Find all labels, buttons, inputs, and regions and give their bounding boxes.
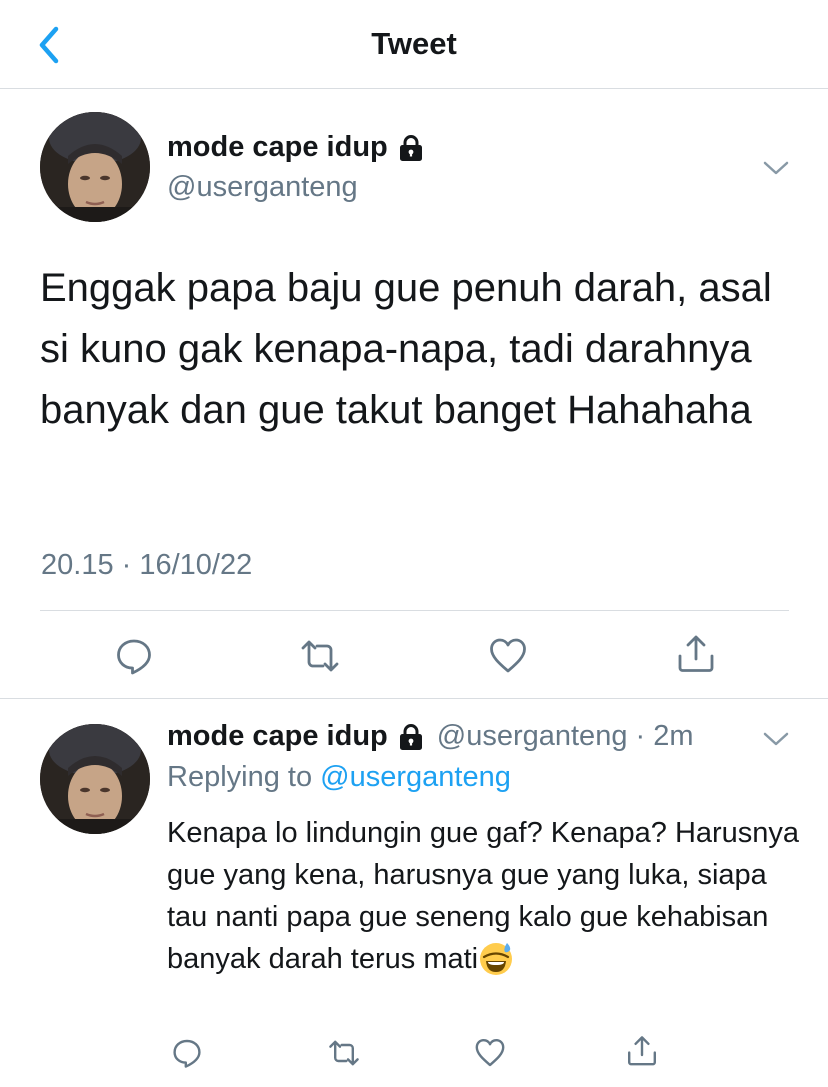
profile-photo	[40, 724, 150, 834]
reply-author[interactable]: mode cape idup @userganteng · 2m	[167, 720, 694, 753]
mention-link[interactable]: @userganteng	[320, 761, 511, 793]
lock-icon	[399, 134, 422, 161]
top-bar: Tweet	[0, 0, 828, 89]
like-icon	[475, 1039, 505, 1067]
reply-button[interactable]	[114, 636, 154, 676]
share-icon	[628, 1036, 656, 1066]
replying-prefix: Replying to	[167, 761, 321, 793]
display-name: mode cape idup	[167, 720, 388, 752]
retweet-button[interactable]	[300, 636, 340, 676]
like-button[interactable]	[474, 1037, 506, 1069]
share-icon	[678, 635, 714, 672]
retweet-icon	[301, 640, 339, 672]
main-author[interactable]: mode cape idup	[167, 131, 425, 164]
retweet-icon	[329, 1040, 359, 1066]
avatar[interactable]	[40, 112, 150, 222]
retweet-button[interactable]	[328, 1037, 360, 1069]
divider	[40, 610, 789, 611]
share-button[interactable]	[676, 634, 716, 674]
reply-button[interactable]	[171, 1037, 203, 1069]
reply-body: Kenapa lo lindungin gue gaf? Kenapa? Har…	[167, 812, 807, 980]
like-button[interactable]	[488, 636, 528, 676]
reply-icon	[117, 639, 151, 675]
divider	[0, 698, 828, 699]
tweet-timestamp: 20.15 · 16/10/22	[41, 549, 253, 581]
share-button[interactable]	[626, 1035, 658, 1067]
chevron-down-icon[interactable]	[763, 731, 789, 747]
handle[interactable]: @userganteng	[167, 171, 358, 204]
tweet-text: Enggak papa baju gue penuh darah, asal s…	[40, 266, 772, 432]
display-name: mode cape idup	[167, 131, 388, 163]
page-title: Tweet	[371, 26, 457, 61]
lock-icon	[399, 723, 422, 750]
replying-to: Replying to @userganteng	[167, 761, 511, 794]
chevron-down-icon[interactable]	[763, 160, 789, 176]
reply-avatar[interactable]	[40, 724, 150, 834]
profile-photo	[40, 112, 150, 222]
grinning-sweat-emoji	[480, 943, 513, 975]
reply-icon	[173, 1039, 201, 1068]
handle-and-time: @userganteng · 2m	[436, 720, 694, 752]
like-icon	[490, 638, 526, 673]
